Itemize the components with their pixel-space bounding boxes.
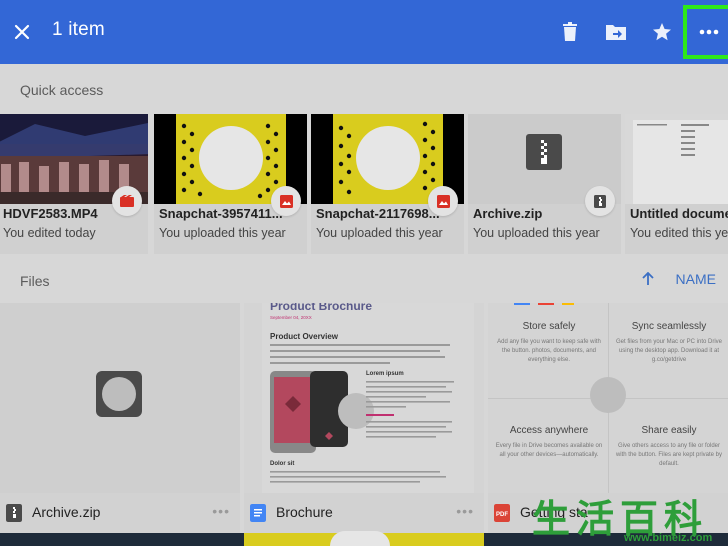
tile-title: Sync seamlessly [631,321,707,332]
app-bar: 1 item [0,0,728,64]
quick-access-card[interactable]: Untitled docume You edited this year [625,114,728,254]
doc-icon [250,504,266,522]
more-horizontal-icon [699,29,719,35]
close-button[interactable] [8,18,36,46]
document-thumbnail [625,114,728,204]
quick-access-name: HDVF2583.MP4 [3,206,98,221]
tile-title: Share easily [641,425,697,436]
quick-access-name: Snapchat-3957411... [159,206,283,221]
zip-icon [594,194,606,208]
quick-access-subtitle: You edited this year [630,226,728,240]
svg-text:PDF: PDF [496,512,508,518]
video-badge [112,186,142,216]
quick-access-name: Untitled docume [630,206,728,221]
quick-access-card[interactable]: Snapchat-3957411... You uploaded this ye… [154,114,307,254]
quick-access-subtitle: You uploaded this year [473,226,600,240]
sort-button[interactable]: NAME [641,271,716,287]
brochure-preview: Product Brochure September 04, 20XX Prod… [262,303,474,493]
quick-access-name: Snapchat-2117698... [316,206,440,221]
file-footer: Brochure ••• [244,493,484,533]
star-button[interactable] [646,16,678,48]
quick-access-subtitle: You uploaded this year [159,226,286,240]
tile-text: Give others access to any file or folder… [615,443,723,467]
arrow-up-icon [641,272,654,285]
brochure-lorem: Lorem ipsum [366,371,404,377]
watermark-url: www.bimeiz.com [624,532,713,544]
file-card[interactable]: Product Brochure September 04, 20XX Prod… [244,303,484,533]
trash-icon [563,22,577,41]
move-button[interactable] [600,16,632,48]
more-options-button[interactable] [683,5,728,59]
quick-access-label: Quick access [20,82,104,98]
file-name: Brochure [276,504,333,520]
files-label: Files [20,273,50,289]
archive-preview [96,371,142,417]
watermark: 生活百科 www.bimeiz.com [532,488,728,546]
sort-label: NAME [675,271,716,287]
pdf-icon: PDF [494,504,510,522]
quick-access-subtitle: You uploaded this year [316,226,443,240]
tile-text: Every file in Drive becomes available on… [495,443,603,458]
brochure-heading: Product Brochure [270,303,373,313]
quick-access-card[interactable]: HDVF2583.MP4 You edited today [0,114,148,254]
tile-text: Add any file you want to keep safe with … [497,339,601,363]
file-footer: Archive.zip ••• [0,493,240,533]
zip-badge [585,186,615,216]
star-icon [653,23,671,41]
brochure-date: September 04, 20XX [270,315,312,320]
zip-icon [6,504,22,522]
close-icon [14,24,30,40]
file-more-button[interactable]: ••• [212,503,230,519]
file-card[interactable]: Archive.zip ••• [0,303,240,533]
tile-title: Store safely [522,321,576,332]
brochure-overview: Product Overview [270,332,339,341]
quick-access-subtitle: You edited today [3,226,96,240]
tile-title: Access anywhere [509,425,589,436]
video-icon [120,195,134,207]
zip-icon [526,134,562,170]
loading-indicator [590,377,626,413]
file-more-button[interactable]: ••• [456,503,474,519]
file-name: Archive.zip [32,504,101,520]
quick-access-card[interactable]: Snapchat-2117698... You uploaded this ye… [311,114,464,254]
move-to-folder-icon [606,25,626,40]
quick-access-card[interactable]: Archive.zip You uploaded this year [468,114,621,254]
delete-button[interactable] [554,16,586,48]
brochure-dolor: Dolor sit [270,461,295,467]
tile-text: Get files from your Mac or PC into Drive… [615,339,723,363]
selection-count: 1 item [52,19,105,40]
quick-access-name: Archive.zip [473,206,543,221]
